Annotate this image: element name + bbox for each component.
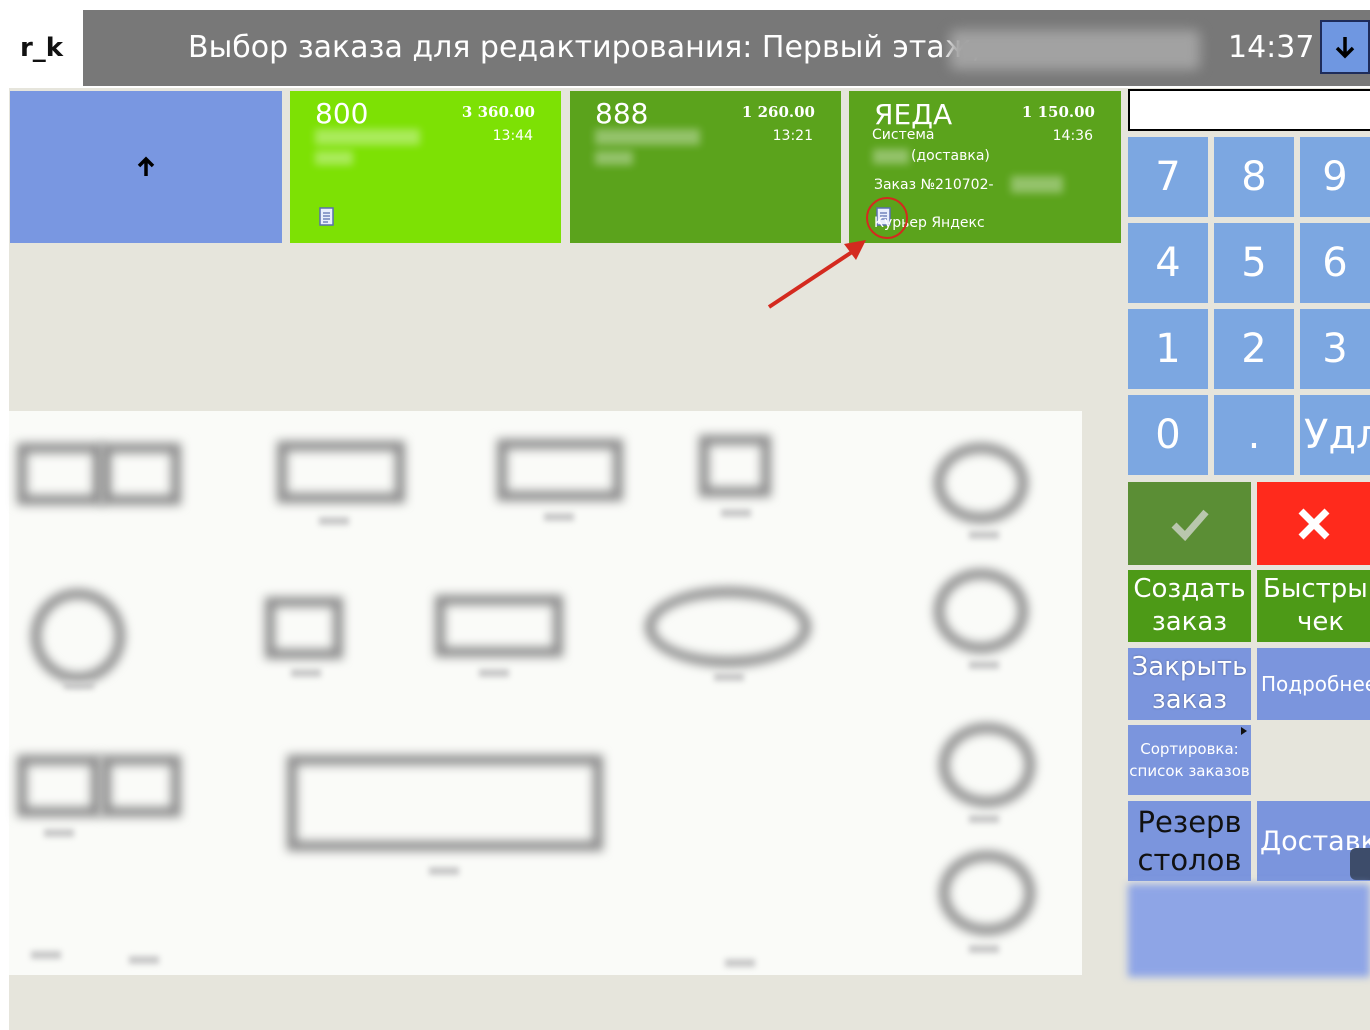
close-icon (1298, 508, 1329, 539)
redacted-text (595, 129, 700, 145)
order-amount: 1 150.00 (1021, 103, 1095, 121)
clock: 14:37 (1228, 30, 1315, 65)
key-6[interactable]: 6 (1300, 223, 1370, 303)
table-shape[interactable] (287, 755, 603, 851)
redacted-text (1011, 176, 1063, 193)
order-source: Система (872, 127, 935, 143)
arrow-up-icon (137, 156, 155, 176)
sort-label-1: Сортировка: (1140, 740, 1239, 758)
create-order-button[interactable]: Создать заказ (1128, 570, 1251, 642)
order-amount: 1 260.00 (741, 103, 815, 121)
quick-check-label-2: чек (1297, 607, 1345, 637)
table-label (429, 867, 459, 875)
table-shape[interactable] (934, 569, 1028, 653)
order-amount: 3 360.00 (461, 103, 535, 121)
key-8[interactable]: 8 (1214, 137, 1294, 217)
close-order-label-2: заказ (1151, 685, 1228, 715)
table-label (44, 829, 74, 837)
close-order-label-1: Закрыть (1131, 652, 1248, 682)
table-shape[interactable] (265, 597, 343, 659)
ok-button[interactable] (1128, 482, 1251, 565)
key-7[interactable]: 7 (1128, 137, 1208, 217)
key-dot[interactable]: . (1214, 395, 1294, 475)
submenu-arrow-icon (1241, 727, 1247, 735)
table-label (969, 945, 999, 953)
table-shape[interactable] (939, 851, 1035, 935)
order-number: 888 (595, 97, 649, 130)
table-shape[interactable] (645, 587, 811, 667)
redacted-text (315, 129, 420, 145)
key-4[interactable]: 4 (1128, 223, 1208, 303)
order-time: 13:44 (492, 128, 533, 144)
order-time: 14:36 (1052, 128, 1093, 144)
table-label (721, 509, 751, 517)
checkmark-icon (1171, 509, 1209, 541)
key-3[interactable]: 3 (1300, 309, 1370, 389)
redacted-user-name (950, 30, 1200, 70)
reservation-label-2: столов (1137, 843, 1242, 877)
table-shape[interactable] (934, 443, 1028, 523)
order-tile[interactable]: 800 3 360.00 13:44 (290, 91, 561, 243)
table-shape[interactable] (31, 589, 125, 683)
table-label (544, 513, 574, 521)
annotation-arrow (767, 197, 908, 309)
table-label (64, 681, 94, 689)
details-button[interactable]: Подробнее (1257, 648, 1370, 720)
table-shape[interactable] (101, 755, 181, 817)
table-label (319, 517, 349, 525)
arrow-down-icon (1335, 37, 1355, 59)
table-reservation-button[interactable]: Резерв столов (1128, 801, 1251, 881)
table-label (291, 669, 321, 677)
close-order-button[interactable]: Закрыть заказ (1128, 648, 1251, 720)
sort-label-2: список заказов (1129, 762, 1250, 780)
sort-button[interactable]: Сортировка: список заказов (1128, 725, 1251, 795)
table-label (969, 531, 999, 539)
table-shape[interactable] (17, 443, 103, 505)
table-label (725, 959, 755, 967)
key-1[interactable]: 1 (1128, 309, 1208, 389)
table-shape[interactable] (939, 723, 1035, 807)
quick-check-label-1: Быстрый (1263, 574, 1370, 604)
table-label (969, 661, 999, 669)
key-5[interactable]: 5 (1214, 223, 1294, 303)
floor-plan (9, 411, 1082, 975)
table-shape[interactable] (101, 443, 181, 505)
create-order-label-2: заказ (1151, 607, 1228, 637)
key-2[interactable]: 2 (1214, 309, 1294, 389)
table-shape[interactable] (435, 595, 563, 657)
redacted-text (315, 151, 353, 165)
scroll-up-button[interactable] (10, 91, 282, 243)
table-shape[interactable] (497, 439, 623, 501)
table-label (129, 956, 159, 964)
order-type: (доставка) (911, 148, 990, 164)
delete-key[interactable]: Удл (1300, 395, 1370, 475)
table-label (31, 951, 61, 959)
key-0[interactable]: 0 (1128, 395, 1208, 475)
document-icon (319, 207, 335, 231)
order-number: 800 (315, 97, 369, 130)
table-shape[interactable] (17, 755, 101, 817)
table-shape[interactable] (277, 441, 405, 503)
quick-check-button[interactable]: Быстрый чек (1257, 570, 1370, 642)
create-order-label-1: Создать (1133, 574, 1246, 604)
table-label (479, 669, 509, 677)
side-widget-icon[interactable] (1350, 848, 1370, 880)
keypad-display (1128, 89, 1370, 131)
table-shape[interactable] (699, 435, 771, 497)
details-label: Подробнее (1261, 672, 1370, 696)
redacted-text (595, 151, 633, 165)
cancel-button[interactable] (1257, 482, 1370, 565)
scroll-down-button[interactable] (1320, 20, 1370, 74)
table-label (969, 815, 999, 823)
key-9[interactable]: 9 (1300, 137, 1370, 217)
reservation-label-1: Резерв (1137, 805, 1242, 839)
table-label (714, 673, 744, 681)
redacted-buttons (1128, 884, 1370, 977)
app-logo: r_k (0, 10, 83, 86)
redacted-text (873, 149, 909, 164)
order-time: 13:21 (772, 128, 813, 144)
page-title: Выбор заказа для редактирования: Первый … (188, 30, 982, 65)
